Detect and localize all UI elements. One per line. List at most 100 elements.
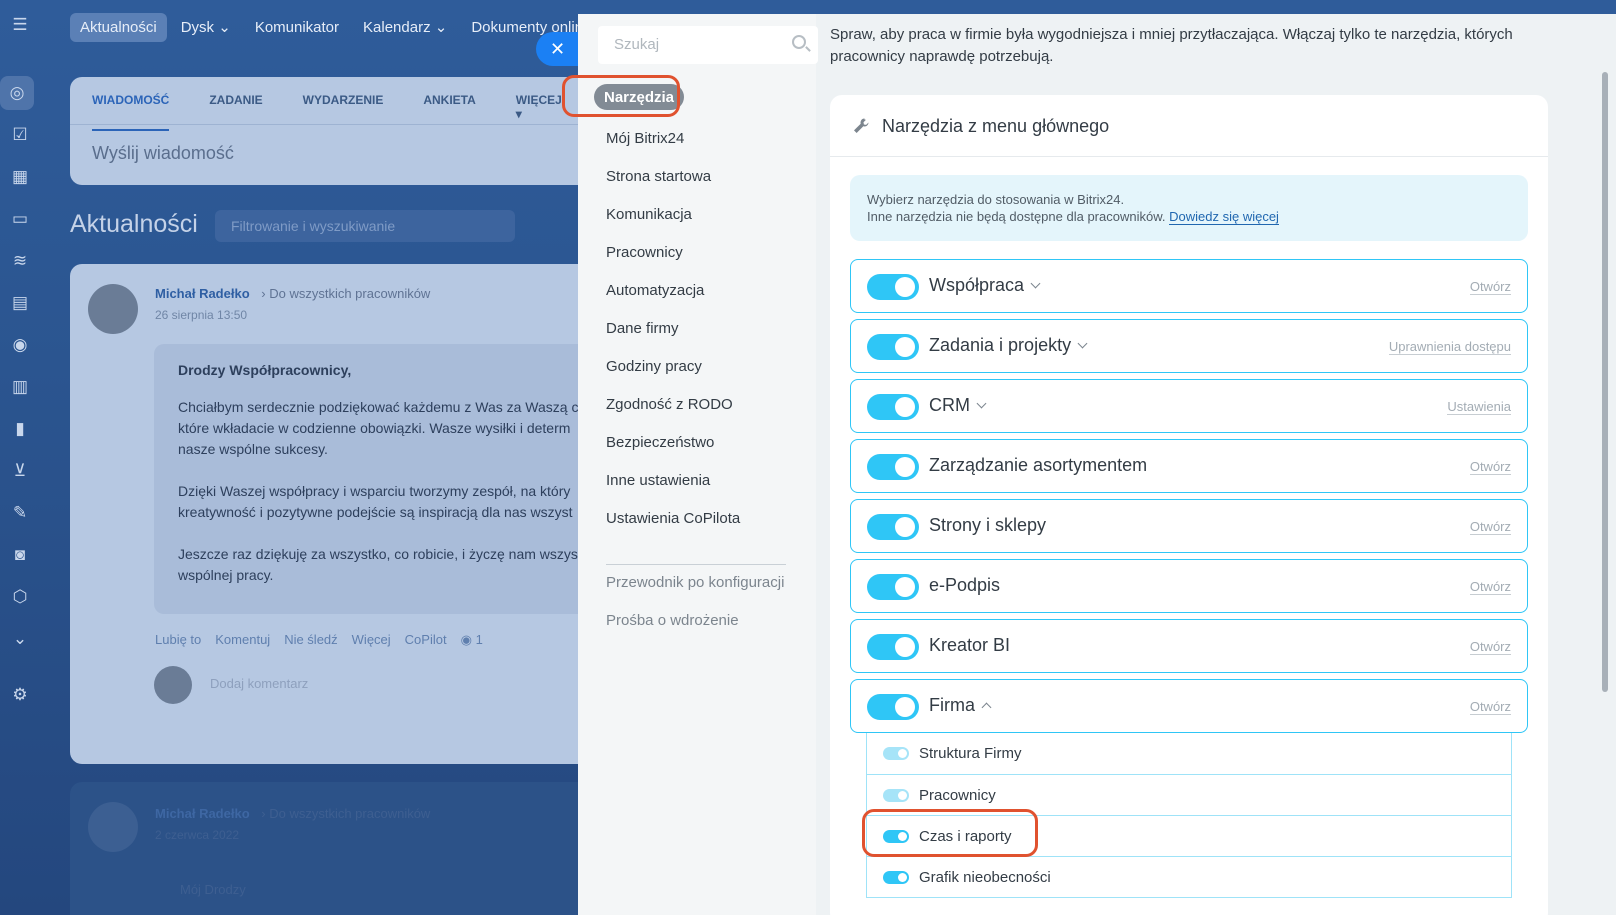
sidebar-item-start-page[interactable]: Strona startowa <box>606 168 711 185</box>
sidebar-item-configuration-guide[interactable]: Przewodnik po konfiguracji <box>606 574 784 591</box>
toggle-switch[interactable] <box>867 394 919 420</box>
sidebar-item-security[interactable]: Bezpieczeństwo <box>606 434 714 451</box>
comment-input[interactable]: Dodaj komentarz <box>210 676 308 691</box>
search-icon[interactable] <box>792 35 806 49</box>
topnav-item-calendar[interactable]: Kalendarz ⌄ <box>353 12 457 42</box>
cart-icon[interactable]: ⊻ <box>5 456 35 486</box>
sidebar-item-working-hours[interactable]: Godziny pracy <box>606 358 702 375</box>
sidebar-item-tools[interactable]: Narzędzia <box>594 84 685 110</box>
tool-name[interactable]: Współpraca <box>929 275 1041 296</box>
sidebar-item-my-bitrix24[interactable]: Mój Bitrix24 <box>606 130 684 147</box>
toggle-switch[interactable] <box>883 871 909 884</box>
topnav-item-messenger[interactable]: Komunikator <box>245 13 349 42</box>
subtool-row-company-structure: Struktura Firmy <box>866 733 1512 775</box>
avatar[interactable] <box>88 802 138 852</box>
toggle-switch[interactable] <box>867 334 919 360</box>
tool-link[interactable]: Otwórz <box>1469 579 1511 595</box>
calendar-icon[interactable]: ▦ <box>5 162 35 192</box>
tab-event[interactable]: WYDARZENIE <box>303 93 384 131</box>
sidebar-item-other-settings[interactable]: Inne ustawienia <box>606 472 710 489</box>
info-text: Inne narzędzia nie będą dostępne dla pra… <box>867 209 1166 224</box>
tool-link[interactable]: Otwórz <box>1469 459 1511 475</box>
chevron-down-icon[interactable]: ⌄ <box>5 624 35 654</box>
chevron-down-icon <box>1030 278 1041 289</box>
sidebar-item-company-data[interactable]: Dane firmy <box>606 320 679 337</box>
toggle-switch[interactable] <box>867 274 919 300</box>
tool-link[interactable]: Otwórz <box>1469 519 1511 535</box>
scrollbar[interactable] <box>1602 72 1608 692</box>
tool-name[interactable]: CRM <box>929 395 987 416</box>
subtool-row-absence-chart: Grafik nieobecności <box>866 856 1512 898</box>
tab-message[interactable]: WIADOMOŚĆ <box>92 93 170 131</box>
box-icon[interactable]: ⬡ <box>5 582 35 612</box>
sidebar-item-copilot-settings[interactable]: Ustawienia CoPilota <box>606 510 740 527</box>
topnav-item-feed[interactable]: Aktualności <box>70 12 167 42</box>
tool-name[interactable]: Zadania i projekty <box>929 335 1088 356</box>
topnav-item-drive[interactable]: Dysk ⌄ <box>171 12 241 42</box>
tool-link[interactable]: Otwórz <box>1469 699 1511 715</box>
tab-task[interactable]: ZADANIE <box>209 93 262 131</box>
search-input[interactable]: Szukaj <box>598 26 818 64</box>
inventory-icon[interactable]: ▤ <box>5 288 35 318</box>
toggle-switch[interactable] <box>867 454 919 480</box>
tool-row-crm: CRM Ustawienia <box>850 379 1528 433</box>
author-link[interactable]: Michał Radełko <box>155 286 250 301</box>
like-button[interactable]: Lubię to <box>155 632 201 648</box>
comment-button[interactable]: Komentuj <box>215 632 270 648</box>
toggle-switch[interactable] <box>867 634 919 660</box>
tool-link[interactable]: Uprawnienia dostępu <box>1388 339 1511 355</box>
sidebar-item-automation[interactable]: Automatyzacja <box>606 282 704 299</box>
toggle-switch[interactable] <box>867 514 919 540</box>
sign-icon[interactable]: ✎ <box>5 498 35 528</box>
menu-icon[interactable]: ☰ <box>5 10 35 40</box>
wrench-icon <box>854 118 869 133</box>
bot-icon[interactable]: ◙ <box>5 540 35 570</box>
chevron-down-icon: ⌄ <box>218 19 231 36</box>
toggle-switch[interactable] <box>883 830 909 843</box>
tool-name[interactable]: Zarządzanie asortymentem <box>929 455 1147 476</box>
toggle-switch[interactable] <box>883 747 909 760</box>
avatar[interactable] <box>88 284 138 334</box>
tool-link[interactable]: Otwórz <box>1469 639 1511 655</box>
report-icon[interactable]: ▥ <box>5 372 35 402</box>
tab-more[interactable]: WIĘCEJ ▾ <box>516 93 562 131</box>
card-header: Narzędzia z menu głównego <box>830 95 1548 157</box>
divider <box>70 124 600 125</box>
filter-input[interactable]: Filtrowanie i wyszukiwanie <box>215 210 515 242</box>
tool-row-e-signature: e-Podpis Otwórz <box>850 559 1528 613</box>
more-button[interactable]: Więcej <box>352 632 391 648</box>
top-navigation: Aktualności Dysk ⌄ Komunikator Kalendarz… <box>70 12 605 42</box>
sidebar-item-employees[interactable]: Pracownicy <box>606 244 683 261</box>
toggle-switch[interactable] <box>867 574 919 600</box>
post-snippet: Mój Drodzy <box>180 882 246 897</box>
analytics-icon[interactable]: ▮ <box>5 414 35 444</box>
contact-icon[interactable]: ▭ <box>5 204 35 234</box>
tool-name[interactable]: e-Podpis <box>929 575 1000 596</box>
tool-row-inventory: Zarządzanie asortymentem Otwórz <box>850 439 1528 493</box>
author-link[interactable]: Michał Radełko <box>155 806 250 821</box>
copilot-button[interactable]: CoPilot <box>405 632 447 648</box>
tool-link[interactable]: Otwórz <box>1469 279 1511 295</box>
settings-sidebar: Szukaj Narzędzia Mój Bitrix24 Strona sta… <box>562 14 818 915</box>
tool-link[interactable]: Ustawienia <box>1447 399 1511 415</box>
tasks-icon[interactable]: ☑ <box>5 120 35 150</box>
tool-row-tasks-projects: Zadania i projekty Uprawnienia dostępu <box>850 319 1528 373</box>
sidebar-item-gdpr[interactable]: Zgodność z RODO <box>606 396 733 413</box>
feed-icon[interactable]: ◎ <box>0 76 34 110</box>
tool-name[interactable]: Kreator BI <box>929 635 1010 656</box>
post-date: 26 sierpnia 13:50 <box>155 308 248 322</box>
toggle-switch[interactable] <box>883 789 909 802</box>
target-icon[interactable]: ◉ <box>5 330 35 360</box>
sidebar-item-communication[interactable]: Komunikacja <box>606 206 692 223</box>
learn-more-link[interactable]: Dowiedz się więcej <box>1169 209 1279 225</box>
toggle-switch[interactable] <box>867 694 919 720</box>
tool-row-company: Firma Otwórz <box>850 679 1528 733</box>
tab-poll[interactable]: ANKIETA <box>423 93 475 131</box>
sidebar-item-implementation-request[interactable]: Prośba o wdrożenie <box>606 612 739 629</box>
filter-icon[interactable]: ≋ <box>5 246 35 276</box>
tool-name[interactable]: Strony i sklepy <box>929 515 1046 536</box>
unfollow-button[interactable]: Nie śledź <box>284 632 337 648</box>
compose-input[interactable]: Wyślij wiadomość <box>92 143 234 164</box>
gear-icon[interactable]: ⚙ <box>5 680 35 710</box>
tool-name[interactable]: Firma <box>929 695 992 716</box>
